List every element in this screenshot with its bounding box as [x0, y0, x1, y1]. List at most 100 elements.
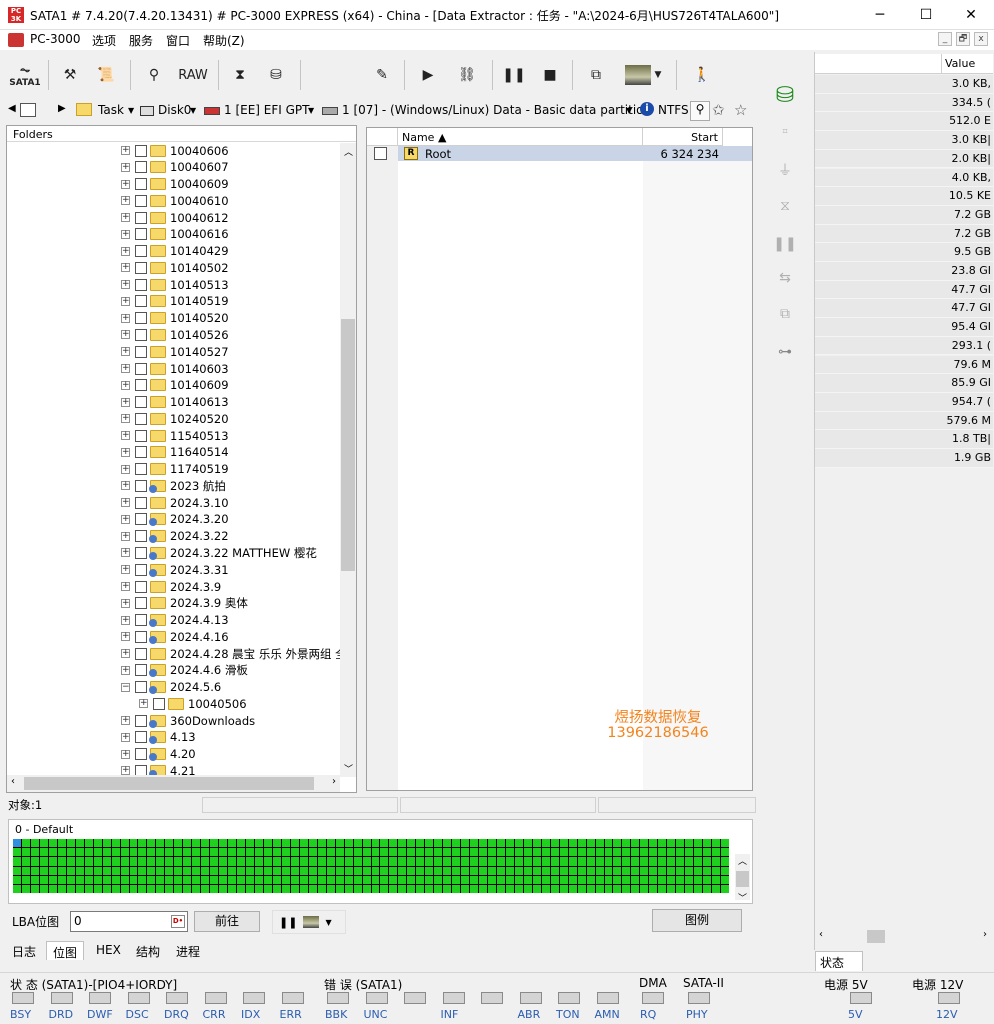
legend-button[interactable]: 图例: [652, 909, 742, 932]
bitmap-cell[interactable]: [156, 875, 165, 884]
bitmap-cell[interactable]: [344, 839, 353, 848]
bitmap-cell[interactable]: [398, 839, 407, 848]
expand-icon[interactable]: +: [121, 162, 130, 172]
bitmap-cell[interactable]: [353, 839, 362, 848]
bitmap-cell[interactable]: [488, 857, 496, 866]
bitmap-cell[interactable]: [703, 866, 712, 875]
bitmap-cell[interactable]: [272, 884, 281, 893]
bitmap-cell[interactable]: [505, 857, 514, 866]
bitmap-cell[interactable]: [568, 866, 577, 875]
folder-checkbox[interactable]: [135, 563, 147, 576]
minimize-button[interactable]: ─: [857, 0, 903, 30]
bitmap-cell[interactable]: [39, 848, 48, 857]
breadcrumb-filesystem[interactable]: NTFS: [658, 103, 688, 117]
bitmap-cell[interactable]: [129, 857, 138, 866]
bitmap-cell[interactable]: [237, 848, 246, 857]
expand-icon[interactable]: +: [121, 347, 130, 357]
bitmap-cell[interactable]: [586, 866, 595, 875]
bitmap-cell[interactable]: [640, 884, 649, 893]
bitmap-cell[interactable]: [254, 848, 263, 857]
bitmap-cell[interactable]: [398, 866, 407, 875]
bitmap-cell[interactable]: [676, 848, 685, 857]
bitmap-cell[interactable]: [290, 848, 299, 857]
copy-button[interactable]: ⧉: [582, 58, 610, 92]
bitmap-cell[interactable]: [523, 857, 532, 866]
lba-input[interactable]: 0 D•: [70, 911, 188, 932]
bitmap-cell[interactable]: [577, 875, 586, 884]
bitmap-cell[interactable]: [183, 839, 192, 848]
bitmap-cell[interactable]: [174, 857, 183, 866]
breadcrumb-task[interactable]: Task: [98, 103, 124, 117]
bitmap-cell[interactable]: [228, 866, 237, 875]
bitmap-cell[interactable]: [470, 839, 479, 848]
bitmap-cell[interactable]: [407, 839, 416, 848]
bitmap-cell[interactable]: [299, 875, 308, 884]
bitmap-cell[interactable]: [721, 848, 729, 857]
expand-icon[interactable]: +: [121, 146, 130, 155]
bitmap-cell[interactable]: [362, 839, 371, 848]
bitmap-cell[interactable]: [568, 848, 577, 857]
bitmap-cell[interactable]: [523, 848, 532, 857]
bitmap-cell[interactable]: [165, 875, 174, 884]
bitmap-cell[interactable]: [685, 848, 694, 857]
bitmap-cell[interactable]: [380, 884, 389, 893]
folder-tree-item[interactable]: +10040609: [121, 176, 229, 193]
bitmap-cell[interactable]: [129, 848, 138, 857]
bitmap-cell[interactable]: [658, 875, 667, 884]
bitmap-cell[interactable]: [290, 866, 299, 875]
bitmap-cell[interactable]: [658, 866, 667, 875]
bitmap-cell[interactable]: [541, 875, 550, 884]
bitmap-cell[interactable]: [147, 857, 156, 866]
bitmap-cell[interactable]: [425, 866, 434, 875]
bitmap-cell[interactable]: [263, 884, 272, 893]
bitmap-cell[interactable]: [452, 866, 461, 875]
folder-checkbox[interactable]: [135, 362, 147, 375]
bitmap-cell[interactable]: [658, 848, 667, 857]
bitmap-cell[interactable]: [272, 857, 281, 866]
bitmap-cell[interactable]: [559, 848, 568, 857]
folder-checkbox[interactable]: [135, 614, 147, 627]
bitmap-cell[interactable]: [613, 875, 622, 884]
bitmap-cell[interactable]: [443, 839, 452, 848]
expand-icon[interactable]: +: [121, 229, 130, 239]
bitmap-cell[interactable]: [685, 866, 694, 875]
bitmap-cell[interactable]: [434, 884, 443, 893]
bitmap-cell[interactable]: [514, 875, 523, 884]
bitmap-cell[interactable]: [102, 884, 111, 893]
bitmap-cell[interactable]: [281, 848, 290, 857]
bitmap-cell[interactable]: [658, 884, 667, 893]
bitmap-cell[interactable]: [434, 866, 443, 875]
bitmap-cell[interactable]: [434, 857, 443, 866]
bitmap-cell[interactable]: [228, 839, 237, 848]
tab-process[interactable]: 进程: [170, 941, 206, 960]
bitmap-cell[interactable]: [237, 839, 246, 848]
bitmap-cell[interactable]: [317, 884, 326, 893]
bitmap-cell[interactable]: [201, 866, 210, 875]
expand-icon[interactable]: +: [121, 514, 130, 524]
bitmap-cell[interactable]: [75, 839, 84, 848]
bitmap-cell[interactable]: [559, 839, 568, 848]
bitmap-cell[interactable]: [30, 839, 39, 848]
bitmap-cell[interactable]: [308, 857, 317, 866]
folder-tree-item[interactable]: +2024.3.9: [121, 578, 221, 595]
expand-icon[interactable]: +: [139, 699, 148, 709]
bitmap-cell[interactable]: [721, 875, 729, 884]
bitmap-cell[interactable]: [75, 875, 84, 884]
bitmap-cell[interactable]: [488, 848, 496, 857]
bitmap-cell[interactable]: [254, 839, 263, 848]
folder-tree-item[interactable]: +10040506: [139, 695, 247, 712]
bitmap-cell[interactable]: [721, 866, 729, 875]
bitmap-cell[interactable]: [254, 857, 263, 866]
bitmap-cell[interactable]: [246, 884, 254, 893]
bitmap-cell[interactable]: [246, 857, 254, 866]
folder-checkbox[interactable]: [135, 396, 147, 409]
bitmap-cell[interactable]: [156, 857, 165, 866]
bitmap-cell[interactable]: [550, 866, 559, 875]
connector-icon[interactable]: ⊶: [767, 339, 803, 365]
bitmap-cell[interactable]: [272, 848, 281, 857]
bitmap-cell[interactable]: [676, 839, 685, 848]
bitmap-cell[interactable]: [532, 857, 541, 866]
bitmap-cell[interactable]: [461, 857, 470, 866]
bitmap-cell[interactable]: [631, 875, 640, 884]
star-outline-icon[interactable]: ✩: [712, 101, 725, 119]
